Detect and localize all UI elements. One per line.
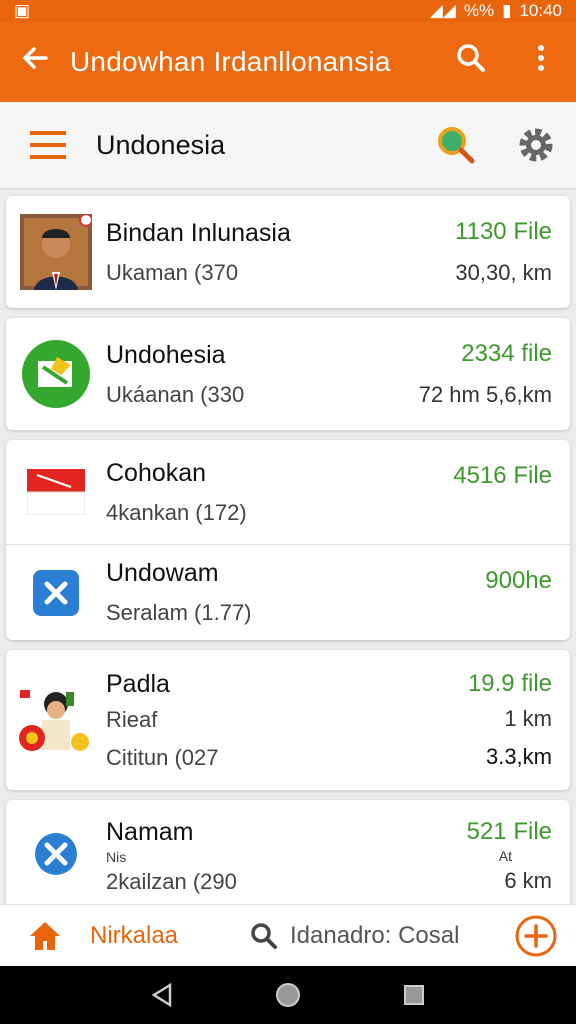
- list-item[interactable]: Padla Rieaf Cititun (027 19.9 file 1 km …: [6, 650, 570, 790]
- thumbnail: [6, 680, 106, 760]
- bottom-navigation: Nirkalaa Idanadro: Cosal: [0, 904, 576, 966]
- item-info: Undohesia Ukáanan (330: [106, 341, 419, 408]
- item-meta: 521 File At 6 km: [467, 818, 570, 894]
- item-count: 2334 file: [461, 340, 552, 367]
- list-item[interactable]: Cohokan 4kankan (172) 4516 File: [6, 440, 570, 544]
- add-circle-icon: [515, 915, 557, 956]
- home-icon: [30, 921, 60, 950]
- item-meta: 4516 File: [453, 440, 570, 504]
- list-card: Undohesia Ukáanan (330 2334 file 72 hm 5…: [6, 318, 570, 430]
- item-name: Bindan Inlunasia: [106, 218, 291, 247]
- list-card: Bindan Inlunasia Ukaman (370 1130 File 3…: [6, 196, 570, 308]
- item-subtitle-2: 2kailzan (290: [106, 869, 237, 894]
- thumbnail: [6, 339, 106, 409]
- item-subtitle-2: Cititun (027: [106, 744, 219, 770]
- thumbnail: [6, 469, 106, 515]
- item-distance: 72 hm 5,6,km: [418, 382, 552, 407]
- battery-icon: ▮: [502, 1, 512, 20]
- item-subtitle: Rieaf: [106, 706, 158, 732]
- magnifier-icon: [438, 127, 475, 164]
- culture-illustration-icon: [19, 690, 89, 751]
- section-title: Undonesia: [96, 129, 226, 160]
- list-item[interactable]: Namam Nis 2kailzan (290 521 File At 6 km: [6, 800, 570, 910]
- notification-icon: ▣: [14, 1, 31, 20]
- back-triangle-icon[interactable]: [150, 982, 174, 1008]
- sub-toolbar: Undonesia: [0, 102, 576, 190]
- item-subtitle: 4kankan (172): [106, 499, 247, 525]
- person-portrait-icon: [20, 214, 92, 290]
- list-item[interactable]: Undowam Seralam (1.77) 900he: [6, 544, 570, 640]
- home-button[interactable]: [0, 920, 90, 952]
- item-count: 19.9 file: [467, 670, 552, 697]
- item-count: 521 File: [466, 818, 552, 845]
- item-subtitle: Ukaman (370: [106, 259, 239, 285]
- item-info: Bindan Inlunasia Ukaman (370: [106, 219, 455, 286]
- app-title: Undowhan Irdanllonansia: [70, 46, 391, 77]
- item-meta: 1130 File 30,30, km: [455, 218, 570, 286]
- close-app-icon: [33, 569, 79, 616]
- list-card: Namam Nis 2kailzan (290 521 File At 6 km: [6, 800, 570, 910]
- item-name: Undowam: [106, 559, 219, 587]
- list-card: Padla Rieaf Cititun (027 19.9 file 1 km …: [6, 650, 570, 790]
- item-name: Undohesia: [106, 340, 226, 369]
- more-vert-icon: [538, 45, 544, 71]
- status-bar: ▣ ◢◢ %% ▮ 10:40: [0, 0, 576, 22]
- item-subtitle: Seralam (1.77): [106, 600, 252, 625]
- back-button[interactable]: [0, 43, 70, 82]
- flag-icon: [27, 469, 85, 515]
- close-app-icon: [35, 833, 77, 875]
- item-info: Cohokan 4kankan (172): [106, 459, 453, 526]
- overflow-menu-button[interactable]: [506, 43, 576, 81]
- item-meta: 2334 file 72 hm 5,6,km: [419, 340, 570, 408]
- item-meta: 900he: [485, 545, 570, 609]
- settings-button[interactable]: [496, 125, 576, 165]
- add-button[interactable]: [496, 915, 576, 957]
- search-button[interactable]: [436, 42, 506, 82]
- hamburger-icon: [30, 131, 66, 159]
- list-card: Cohokan 4kankan (172) 4516 File Undowam …: [6, 440, 570, 640]
- clock: 10:40: [519, 1, 562, 20]
- item-subtitle: Ukáanan (330: [106, 381, 245, 407]
- thumbnail: [6, 569, 106, 616]
- status-right: ◢◢ %% ▮ 10:40: [430, 1, 562, 21]
- list-item[interactable]: Bindan Inlunasia Ukaman (370 1130 File 3…: [6, 196, 570, 308]
- search-map-button[interactable]: [416, 124, 496, 166]
- bottom-search[interactable]: Idanadro: Cosal: [250, 922, 496, 950]
- signal-icon: ◢◢: [429, 1, 456, 20]
- item-name: Cohokan: [106, 458, 207, 487]
- item-distance-2: 3.3,km: [485, 744, 552, 769]
- search-icon: [251, 922, 277, 949]
- location-list: Bindan Inlunasia Ukaman (370 1130 File 3…: [6, 196, 570, 920]
- list-item[interactable]: Undohesia Ukáanan (330 2334 file 72 hm 5…: [6, 318, 570, 430]
- item-name: Padla: [106, 669, 170, 698]
- item-info: Namam Nis 2kailzan (290: [106, 818, 467, 895]
- item-distance: 30,30, km: [455, 260, 552, 285]
- hamburger-button[interactable]: [0, 129, 96, 161]
- item-subtitle: Nis: [106, 849, 127, 865]
- item-count: 4516 File: [453, 462, 552, 489]
- arrow-left-icon: [23, 46, 48, 69]
- app-bar: Undowhan Irdanllonansia: [0, 22, 576, 102]
- search-icon: [457, 44, 485, 72]
- home-label[interactable]: Nirkalaa: [90, 922, 250, 950]
- item-distance: At: [498, 848, 512, 864]
- home-circle-icon[interactable]: [274, 981, 302, 1009]
- item-count: 900he: [485, 567, 552, 594]
- battery-percent: %%: [463, 1, 495, 20]
- edit-app-icon: [22, 340, 90, 408]
- recents-square-icon[interactable]: [402, 983, 426, 1007]
- item-distance: 1 km: [504, 706, 552, 731]
- item-name: Namam: [106, 818, 194, 846]
- gear-icon: [519, 128, 553, 162]
- thumbnail: [6, 214, 106, 290]
- item-info: Padla Rieaf Cititun (027: [106, 670, 468, 771]
- item-meta: 19.9 file 1 km 3.3,km: [468, 670, 570, 770]
- system-navigation-bar: [0, 966, 576, 1024]
- item-info: Undowam Seralam (1.77): [106, 559, 485, 626]
- item-count: 1130 File: [455, 218, 552, 245]
- thumbnail: [6, 818, 106, 876]
- bottom-search-text: Idanadro: Cosal: [290, 921, 460, 949]
- item-distance-2: 6 km: [504, 868, 552, 893]
